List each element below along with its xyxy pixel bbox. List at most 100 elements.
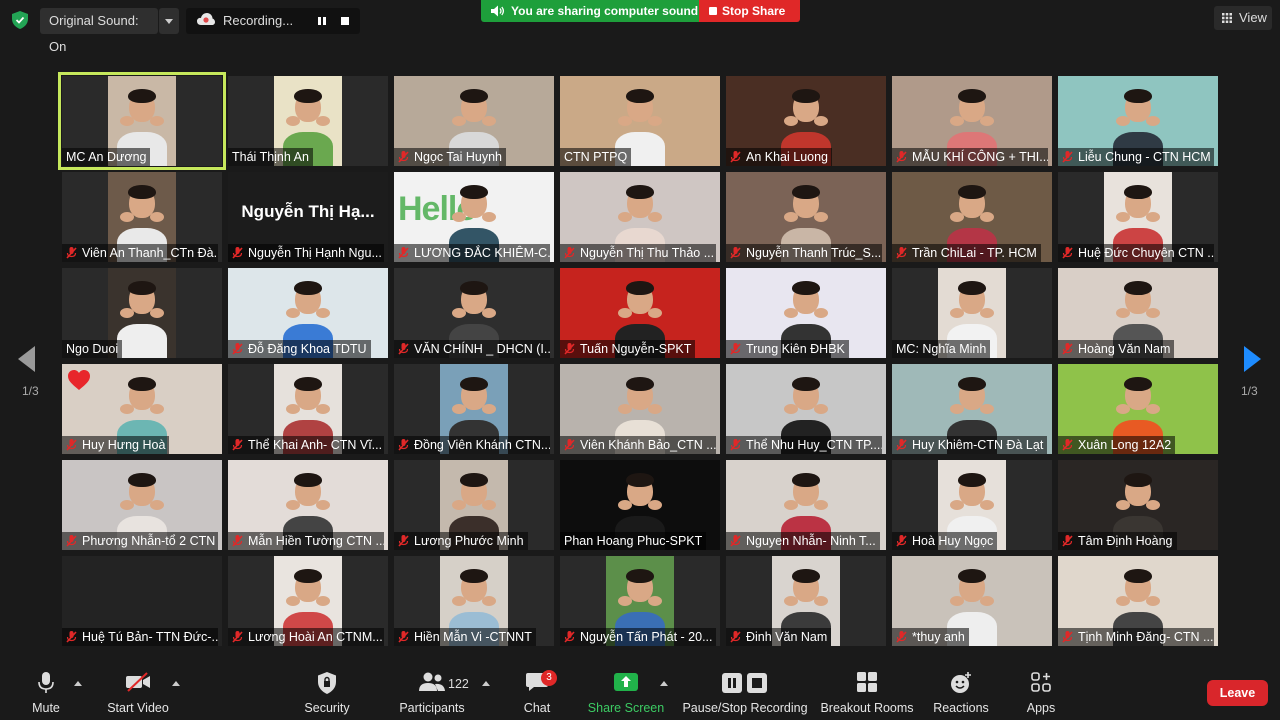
participant-tile[interactable]: Trung Kiên ĐHBK <box>726 268 886 358</box>
participant-tile[interactable]: Hiền Mẫn Vi -CTNNT <box>394 556 554 646</box>
security-label: Security <box>304 701 350 715</box>
start-video-button[interactable]: Start Video <box>104 664 172 720</box>
participant-tile[interactable]: Thái Thịnh An <box>228 76 388 166</box>
participant-tile[interactable]: Phương Nhẫn-tổ 2 CTN <box>62 460 222 550</box>
participant-tile[interactable]: Huệ Đức Chuyên CTN ... <box>1058 172 1218 262</box>
encryption-shield-icon[interactable] <box>12 11 28 29</box>
participant-tile[interactable]: Nguyễn Thị Thu Thảo ... <box>560 172 720 262</box>
participant-hair <box>294 377 322 391</box>
participant-tile[interactable]: Nguyễn Thanh Trúc_S... <box>726 172 886 262</box>
original-sound-toggle[interactable]: Original Sound: On <box>40 8 158 54</box>
participant-tile[interactable]: Ngọc Tai Huynh <box>394 76 554 166</box>
participant-hand <box>286 596 300 606</box>
participant-hand <box>482 116 496 126</box>
participant-tile[interactable]: An Khai Luong <box>726 76 886 166</box>
participant-name-label: Thể Khai Anh- CTN Vĩ... <box>228 436 384 454</box>
mute-button[interactable]: Mute <box>22 664 70 720</box>
breakout-rooms-button[interactable]: Breakout Rooms <box>818 664 916 720</box>
participant-name-text: Thể Nhu Huy_CTN TP.... <box>746 438 882 452</box>
muted-microphone-icon <box>1062 535 1073 547</box>
participant-hand <box>648 596 662 606</box>
participant-hand <box>482 212 496 222</box>
pause-stop-recording-button[interactable]: Pause/Stop Recording <box>682 664 808 720</box>
pause-stop-recording-icon <box>722 673 767 693</box>
security-button[interactable]: Security <box>300 664 354 720</box>
participant-tile[interactable]: Liễu Chung - CTN HCM <box>1058 76 1218 166</box>
participant-tile[interactable]: Xuân Long 12A2 <box>1058 364 1218 454</box>
share-screen-button[interactable]: Share Screen <box>586 664 666 720</box>
participant-tile[interactable]: Lương Hoài An CTNM... <box>228 556 388 646</box>
participant-name-label: MC: Nghĩa Minh <box>892 340 991 358</box>
stop-recording-icon[interactable] <box>341 17 349 25</box>
participant-tile[interactable]: Nguyễn Tấn Phát - 20... <box>560 556 720 646</box>
participant-tile[interactable]: Huy Khiêm-CTN Đà Lạt <box>892 364 1052 454</box>
participant-tile[interactable]: VĂN CHÍNH _ DHCN (I... <box>394 268 554 358</box>
muted-microphone-icon <box>66 247 77 259</box>
participant-tile[interactable]: Tuấn Nguyễn-SPKT <box>560 268 720 358</box>
participant-tile[interactable]: Hoà Huy Ngọc <box>892 460 1052 550</box>
participant-hair <box>958 377 986 391</box>
next-page-arrow-icon[interactable] <box>1244 346 1261 372</box>
participant-tile[interactable]: Đinh Văn Nam <box>726 556 886 646</box>
participant-hand <box>120 404 134 414</box>
participant-tile[interactable]: Mẫn Hiền Tường CTN ... <box>228 460 388 550</box>
participant-name-label: Huệ Đức Chuyên CTN ... <box>1058 244 1214 262</box>
participant-name-label: Phan Hoang Phuc-SPKT <box>560 532 707 550</box>
audio-options-chevron-icon[interactable] <box>74 681 82 686</box>
video-options-chevron-icon[interactable] <box>172 681 180 686</box>
participant-hair <box>626 473 654 487</box>
reactions-button[interactable]: Reactions <box>930 664 992 720</box>
participant-body <box>117 324 167 358</box>
pause-recording-icon[interactable] <box>316 15 328 27</box>
heart-reaction-icon <box>68 370 90 390</box>
participant-tile[interactable]: Đồng Viên Khánh CTN... <box>394 364 554 454</box>
leave-button[interactable]: Leave <box>1207 680 1268 706</box>
participant-tile[interactable]: MẪU KHÍ CÔNG + THI... <box>892 76 1052 166</box>
participant-tile[interactable]: Trần ChiLai - TP. HCM <box>892 172 1052 262</box>
participant-tile[interactable]: Nguyen Nhẫn- Ninh T... <box>726 460 886 550</box>
participant-tile[interactable]: Nguyễn Thị Hạ... Nguyễn Thị Hạnh Ngu... <box>228 172 388 262</box>
participants-chevron-icon[interactable] <box>482 681 490 686</box>
muted-microphone-icon <box>66 631 77 643</box>
muted-microphone-icon <box>564 343 575 355</box>
view-button[interactable]: View <box>1214 6 1272 30</box>
participant-tile[interactable]: Lương Phước Minh <box>394 460 554 550</box>
participant-tile[interactable]: CTN PTPQ <box>560 76 720 166</box>
previous-page-arrow-icon[interactable] <box>18 346 35 372</box>
participant-tile[interactable]: MC: Nghĩa Minh <box>892 268 1052 358</box>
participant-tile[interactable]: Phan Hoang Phuc-SPKT <box>560 460 720 550</box>
muted-microphone-icon <box>730 439 741 451</box>
original-sound-dropdown[interactable] <box>159 8 179 34</box>
recording-indicator: Recording... <box>186 8 360 34</box>
participant-tile[interactable]: Huệ Tú Bản- TTN Đức-... <box>62 556 222 646</box>
pause-stop-recording-label: Pause/Stop Recording <box>682 701 808 715</box>
participant-tile[interactable]: Tâm Định Hoàng <box>1058 460 1218 550</box>
participant-hand <box>618 308 632 318</box>
participant-hair <box>626 569 654 583</box>
participant-hand <box>980 116 994 126</box>
apps-button[interactable]: Apps <box>1020 664 1062 720</box>
participant-name-text: Nguyễn Thị Hạnh Ngu... <box>248 246 382 260</box>
participant-tile[interactable]: MC An Dương <box>58 72 226 170</box>
participant-name-label: Nguyễn Thanh Trúc_S... <box>726 244 882 262</box>
participant-tile[interactable]: Thể Nhu Huy_CTN TP.... <box>726 364 886 454</box>
participant-name-text: Nguyễn Tấn Phát - 20... <box>580 630 713 644</box>
participant-tile[interactable]: Ngo Duoi <box>62 268 222 358</box>
participant-tile[interactable]: Viên An Thanh_CTn Đà... <box>62 172 222 262</box>
participant-tile[interactable]: Huy Hưng Hoà <box>62 364 222 454</box>
participant-tile[interactable]: Đỗ Đăng Khoa TDTU <box>228 268 388 358</box>
participant-tile[interactable]: Viên Khánh Bảo_CTN ... <box>560 364 720 454</box>
muted-microphone-icon <box>232 247 243 259</box>
participant-tile[interactable]: Tịnh Minh Đăng- CTN ... <box>1058 556 1218 646</box>
participant-name-label: Viên Khánh Bảo_CTN ... <box>560 436 716 454</box>
participant-tile[interactable]: *thuy anh <box>892 556 1052 646</box>
participant-hand <box>316 404 330 414</box>
muted-microphone-icon <box>398 439 409 451</box>
participant-tile[interactable]: Hoàng Văn Nam <box>1058 268 1218 358</box>
stop-share-button[interactable]: Stop Share <box>699 0 800 22</box>
participant-tile[interactable]: Hello LƯƠNG ĐẮC KHIÊM-C... <box>394 172 554 262</box>
participant-name-text: Phan Hoang Phuc-SPKT <box>564 534 703 548</box>
share-options-chevron-icon[interactable] <box>660 681 668 686</box>
participant-tile[interactable]: Thể Khai Anh- CTN Vĩ... <box>228 364 388 454</box>
participants-button[interactable]: Participants <box>396 664 468 720</box>
